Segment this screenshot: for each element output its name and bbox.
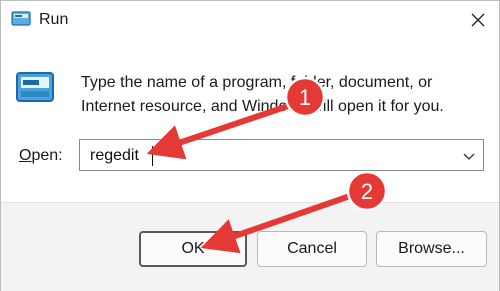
title-bar: Run [1, 1, 499, 39]
run-dialog: Run Type the name of a program, folder, … [0, 0, 500, 291]
open-label-accesskey: O [19, 147, 32, 164]
run-app-icon [16, 72, 54, 102]
browse-button[interactable]: Browse... [376, 231, 487, 267]
cancel-button[interactable]: Cancel [257, 231, 367, 267]
dialog-description: Type the name of a program, folder, docu… [81, 74, 444, 115]
chevron-down-icon[interactable] [461, 148, 477, 164]
open-input[interactable]: regedit [90, 145, 139, 167]
run-app-icon [11, 11, 31, 26]
open-combobox[interactable]: regedit [79, 139, 484, 171]
window-title: Run [39, 11, 69, 28]
open-label: Open: [19, 145, 63, 167]
button-bar: OK Cancel Browse... [1, 202, 499, 291]
close-icon [471, 13, 485, 27]
ok-button[interactable]: OK [139, 231, 247, 267]
open-label-text: pen: [31, 147, 63, 164]
text-caret [152, 146, 153, 166]
close-button[interactable] [463, 5, 493, 35]
